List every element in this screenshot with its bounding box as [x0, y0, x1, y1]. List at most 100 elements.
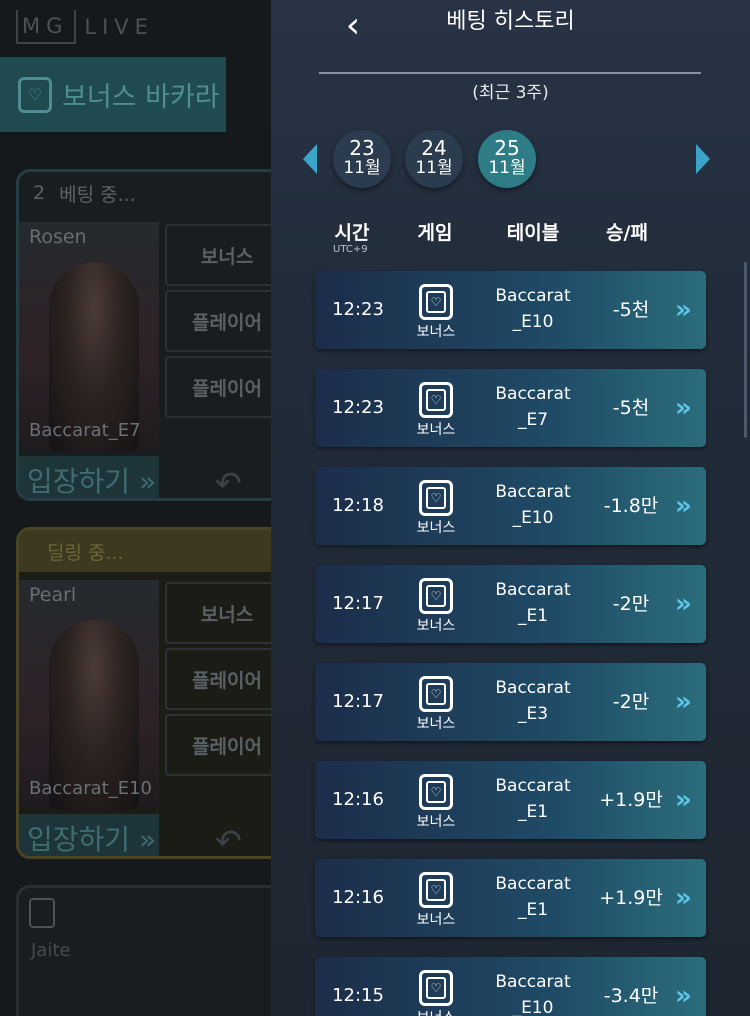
bonus-card-icon: ♡: [419, 970, 453, 1006]
bet-box[interactable]: 플레이어: [165, 648, 283, 710]
table-card[interactable]: 딜링 중... Pearl Baccarat_E10 보너스 플레이어 플레이어…: [16, 527, 286, 859]
bonus-card-icon: ♡: [419, 578, 453, 614]
bonus-card-icon: ♡: [419, 480, 453, 516]
dealer-name: Rosen: [29, 226, 87, 248]
double-chevron-right-icon[interactable]: »: [675, 663, 692, 741]
row-time: 12:15: [332, 985, 384, 1006]
date-button[interactable]: 23 11월: [333, 130, 391, 188]
title-divider: [319, 72, 701, 74]
undo-icon[interactable]: ↶: [215, 464, 242, 498]
double-chevron-right-icon[interactable]: »: [675, 369, 692, 447]
bonus-card-icon: ♡: [419, 284, 453, 320]
row-table: Baccarat _E1: [483, 577, 583, 629]
table-card[interactable]: 2 베팅 중... Rosen Baccarat_E7 보너스 플레이어 플레이…: [16, 169, 286, 501]
history-row[interactable]: 12:17 ♡ 보너스 Baccarat _E1 -2만 »: [315, 565, 706, 643]
column-header-result: 승/패: [606, 222, 648, 244]
app-root: MG LIVE ♡ 보너스 바카라 2 베팅 중... Rosen Baccar…: [0, 0, 750, 1016]
history-row[interactable]: 12:16 ♡ 보너스 Baccarat _E1 +1.9만 »: [315, 761, 706, 839]
game-tab-bonus-baccarat[interactable]: ♡ 보너스 바카라: [0, 57, 226, 132]
bet-box[interactable]: 보너스: [165, 224, 283, 286]
table-card[interactable]: Jaite: [16, 885, 286, 1016]
undo-icon[interactable]: ↶: [215, 822, 242, 856]
bet-boxes: 보너스 플레이어 플레이어: [165, 224, 283, 422]
date-month: 11월: [488, 158, 526, 178]
row-result: -2만: [612, 593, 650, 615]
row-result: +1.9만: [599, 789, 663, 811]
double-chevron-right-icon[interactable]: »: [675, 761, 692, 839]
column-header-timezone: UTC+9: [333, 244, 368, 255]
betting-history-panel: ‹ 베팅 히스토리 (최근 3주) 23 11월 24 11월 25 11월 시…: [271, 0, 750, 1016]
column-header-time: 시간: [334, 222, 370, 244]
row-time: 12:17: [332, 691, 384, 712]
bet-box[interactable]: 플레이어: [165, 290, 283, 352]
column-header-table: 테이블: [506, 222, 560, 244]
history-row[interactable]: 12:15 ♡보너스 Baccarat _E10 -3.4만 »: [315, 957, 706, 1016]
bet-boxes: 보너스 플레이어 플레이어: [165, 582, 283, 780]
history-row[interactable]: 12:16 ♡ 보너스 Baccarat _E1 +1.9만 »: [315, 859, 706, 937]
bonus-card-icon: ♡: [419, 872, 453, 908]
dealer-name: Jaite: [31, 940, 71, 961]
double-chevron-right-icon[interactable]: »: [675, 565, 692, 643]
double-chevron-right-icon[interactable]: »: [675, 467, 692, 545]
bet-box[interactable]: 플레이어: [165, 356, 283, 418]
row-game: 보너스: [416, 912, 456, 928]
bet-box[interactable]: 보너스: [165, 582, 283, 644]
row-time: 12:16: [332, 789, 384, 810]
history-row[interactable]: 12:18 ♡ 보너스 Baccarat _E10 -1.8만 »: [315, 467, 706, 545]
row-table-line1: Baccarat: [495, 776, 571, 796]
row-table-line1: Baccarat: [495, 286, 571, 306]
row-game: 보너스: [405, 1007, 467, 1016]
game-tab-label: 보너스 바카라: [62, 82, 220, 113]
row-game: 보너스: [416, 520, 456, 536]
row-time: 12:16: [332, 887, 384, 908]
column-header-game: 게임: [417, 222, 453, 244]
double-chevron-right-icon[interactable]: »: [675, 271, 692, 349]
row-table-line1: Baccarat: [495, 482, 571, 502]
scrollbar[interactable]: [744, 262, 747, 438]
enter-table-button[interactable]: 입장하기 »: [19, 814, 159, 856]
bonus-card-icon: ♡: [419, 382, 453, 418]
date-day: 25: [494, 136, 520, 160]
row-result: -1.8만: [603, 495, 659, 517]
row-time: 12:17: [332, 593, 384, 614]
triangle-left-icon[interactable]: [303, 144, 317, 174]
bet-box[interactable]: 플레이어: [165, 714, 283, 776]
date-button-active[interactable]: 25 11월: [478, 130, 536, 188]
row-table-line1: Baccarat: [495, 384, 571, 404]
row-result: +1.9만: [599, 887, 663, 909]
row-game: 보너스: [416, 422, 456, 438]
row-table: Baccarat _E1: [483, 871, 583, 923]
history-row[interactable]: 12:23 ♡ 보너스 Baccarat _E10 -5천 »: [315, 271, 706, 349]
history-row[interactable]: 12:17 ♡ 보너스 Baccarat _E3 -2만 »: [315, 663, 706, 741]
row-table: Baccarat _E10: [483, 479, 583, 531]
triangle-right-icon[interactable]: [696, 144, 710, 174]
history-row[interactable]: 12:23 ♡ 보너스 Baccarat _E7 -5천 »: [315, 369, 706, 447]
row-table-line2: _E7: [517, 410, 549, 430]
row-time: 12:23: [332, 299, 384, 320]
row-table-line1: Baccarat: [495, 972, 571, 992]
app-logo: MG LIVE: [16, 6, 154, 48]
row-game: 보너스: [416, 814, 456, 830]
double-chevron-right-icon[interactable]: »: [675, 859, 692, 937]
row-table-line1: Baccarat: [495, 580, 571, 600]
bonus-card-icon: ♡: [18, 76, 52, 113]
date-button[interactable]: 24 11월: [405, 130, 463, 188]
row-table-line2: _E10: [512, 312, 554, 332]
row-game: 보너스: [416, 618, 456, 634]
row-game: 보너스: [416, 324, 456, 340]
card-status: 2 베팅 중...: [19, 172, 283, 214]
status-text: 베팅 중...: [59, 183, 136, 206]
panel-subtitle: (최근 3주): [472, 83, 549, 103]
row-table-line2: _E1: [517, 802, 549, 822]
row-table-line2: _E3: [517, 704, 549, 724]
row-table: Baccarat _E3: [483, 675, 583, 727]
bonus-card-icon: [29, 898, 55, 928]
row-result: -3.4만: [603, 985, 659, 1007]
double-chevron-right-icon[interactable]: »: [675, 957, 692, 1016]
row-result: -5천: [612, 397, 650, 419]
row-table-line1: Baccarat: [495, 874, 571, 894]
table-name: Baccarat_E7: [29, 420, 141, 441]
row-table-line2: _E1: [517, 606, 549, 626]
row-time: 12:23: [332, 397, 384, 418]
enter-table-button[interactable]: 입장하기 »: [19, 456, 159, 498]
